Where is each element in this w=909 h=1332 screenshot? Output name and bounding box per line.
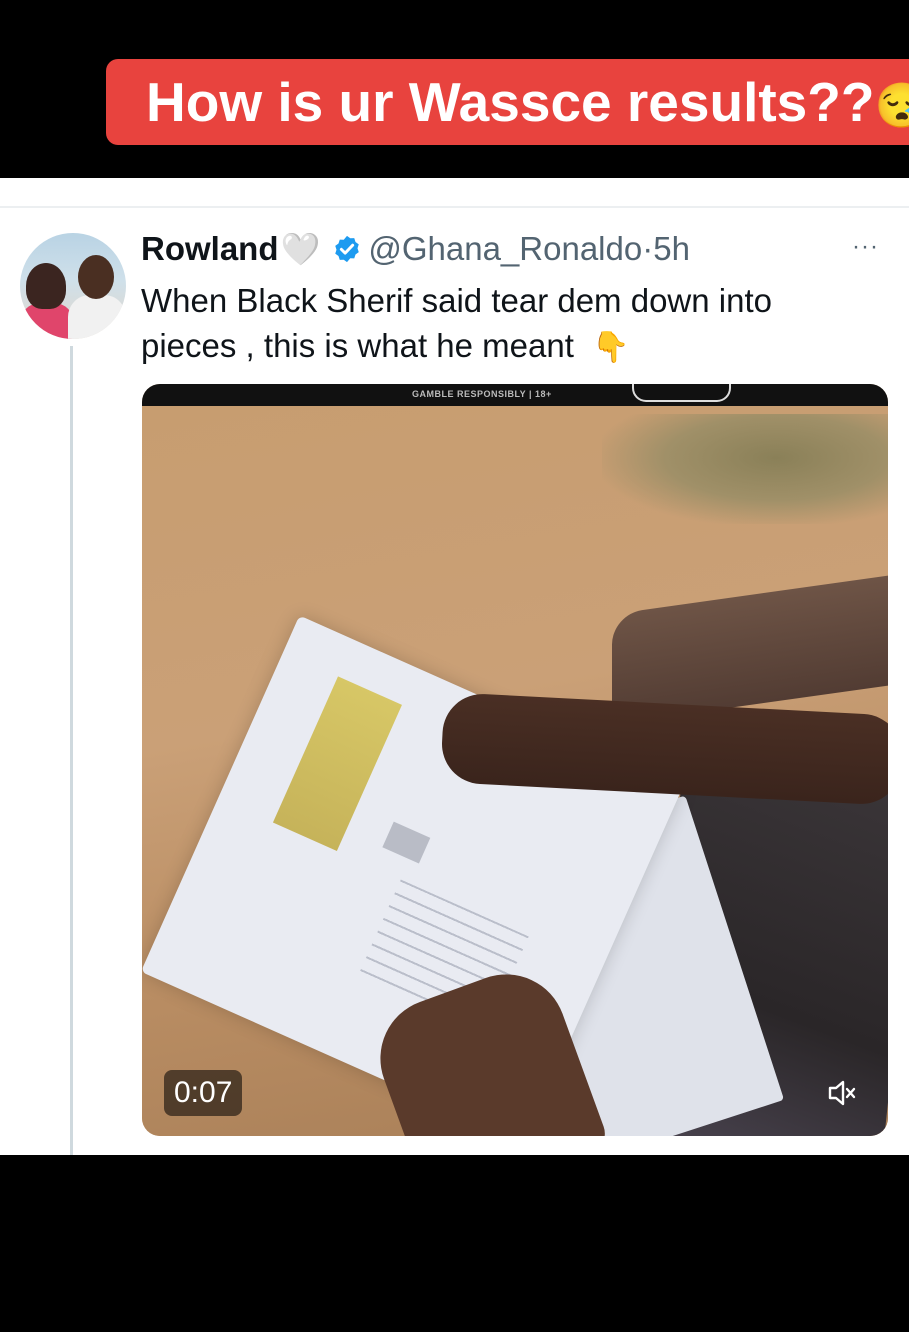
tweet-screenshot: Rowland🤍 @Ghana_Ronaldo·5h ··· When Black…: [0, 178, 909, 1156]
tweet-text: When Black Sherif said tear dem down int…: [141, 278, 841, 370]
timestamp[interactable]: 5h: [653, 230, 690, 267]
crying-emoji-icon: 😪: [874, 81, 909, 131]
verified-badge-icon: [335, 235, 360, 263]
divider: [0, 206, 909, 208]
caption-text: How is ur Wassce results??: [146, 71, 875, 133]
tweet-text-line-1: When Black Sherif said tear dem down int…: [141, 282, 772, 319]
video-top-label: GAMBLE RESPONSIBLY | 18+: [412, 389, 552, 399]
tweet-header: Rowland🤍 @Ghana_Ronaldo·5h: [141, 228, 690, 270]
video-top-strip: GAMBLE RESPONSIBLY | 18+: [142, 384, 888, 406]
tweet-text-line-2-wrap: pieces , this is what he meant 👇: [141, 323, 841, 370]
muted-speaker-icon[interactable]: [818, 1070, 864, 1116]
display-name[interactable]: Rowland: [141, 230, 279, 267]
pointing-down-emoji-icon: 👇: [592, 331, 630, 364]
bottom-black-bar: [0, 1155, 909, 1332]
video-player[interactable]: GAMBLE RESPONSIBLY | 18+ 0:07: [142, 384, 888, 1136]
user-handle[interactable]: @Ghana_Ronaldo: [368, 230, 642, 267]
more-options-icon[interactable]: ···: [852, 230, 886, 264]
caption-text-wrap: How is ur Wassce results??😪: [146, 69, 909, 139]
white-heart-icon: 🤍: [280, 231, 321, 267]
separator-dot: ·: [642, 230, 654, 267]
video-duration-badge: 0:07: [164, 1070, 243, 1116]
top-black-bar: How is ur Wassce results??😪: [0, 0, 909, 178]
channel-logo-icon: [632, 384, 731, 402]
tweet-text-line-2: pieces , this is what he meant: [141, 327, 574, 364]
caption-banner: How is ur Wassce results??😪: [106, 59, 909, 145]
thread-line: [70, 346, 73, 1156]
avatar[interactable]: [20, 233, 126, 339]
